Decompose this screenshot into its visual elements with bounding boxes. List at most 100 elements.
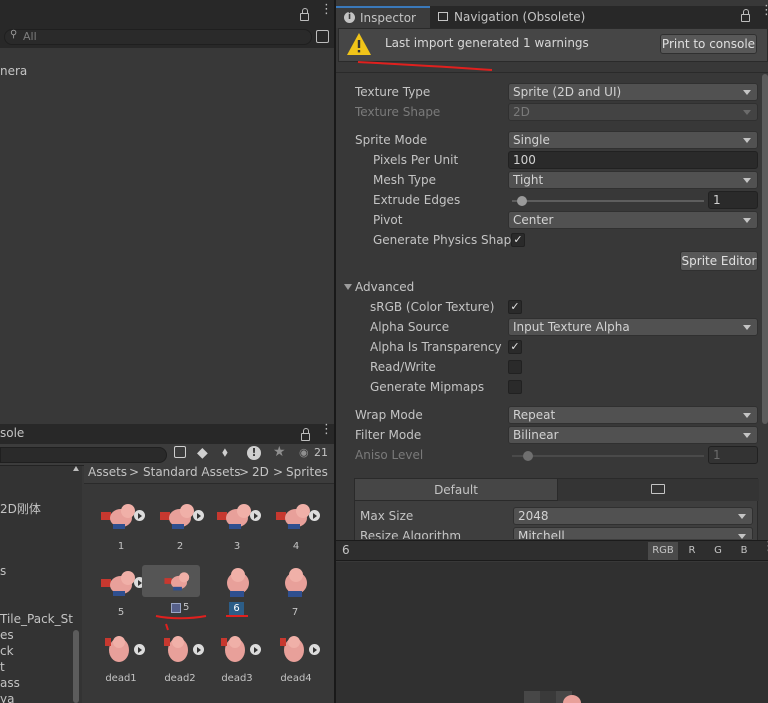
lock-icon[interactable] [300, 8, 309, 21]
sub-sprite-selected[interactable] [142, 565, 200, 597]
alpha-is-transparency-checkbox[interactable]: ✓ [508, 340, 522, 354]
expand-sprites-icon[interactable] [250, 644, 261, 655]
advanced-foldout-icon[interactable] [344, 284, 352, 290]
sprite-asset-5[interactable] [99, 561, 145, 605]
tab-console[interactable]: sole [0, 426, 24, 440]
chevron-down-icon [738, 534, 746, 539]
tab-inspector[interactable]: i Inspector [336, 6, 430, 28]
expand-sprites-icon[interactable] [250, 510, 261, 521]
sprite-asset-3[interactable] [215, 494, 261, 538]
tree-item[interactable]: Tile_Pack_St [0, 612, 73, 626]
pixels-per-unit-field[interactable]: 100 [508, 151, 758, 169]
texture-shape-dropdown: 2D [508, 103, 758, 121]
warning-filter-icon[interactable]: ! [247, 446, 261, 460]
channel-g-button[interactable]: G [706, 542, 730, 560]
max-size-dropdown[interactable]: 2048 [513, 507, 753, 525]
tree-item[interactable]: s [0, 564, 6, 578]
hierarchy-search-input[interactable]: ⚲ All [4, 29, 312, 45]
read-write-checkbox[interactable] [508, 360, 522, 374]
hierarchy-item[interactable]: nera [0, 64, 27, 78]
generate-physics-shape-checkbox[interactable]: ✓ [511, 233, 525, 247]
sprite-asset-dead3[interactable] [215, 628, 261, 672]
channel-label: R [688, 545, 696, 556]
favorite-star-icon[interactable]: ★ [273, 444, 286, 460]
generate-mipmaps-checkbox[interactable] [508, 380, 522, 394]
tree-item[interactable]: ya [0, 692, 14, 703]
dropdown-value: Sprite (2D and UI) [513, 85, 622, 99]
breadcrumb-item[interactable]: Assets [88, 465, 127, 479]
tree-scroll-up-icon[interactable] [73, 466, 79, 471]
more-options-icon[interactable]: ⋮ [762, 540, 768, 553]
dropdown-value: Tight [513, 173, 544, 187]
inspector-scrollbar[interactable] [762, 74, 768, 424]
tab-standalone-platform[interactable] [557, 479, 759, 501]
srgb-checkbox[interactable]: ✓ [508, 300, 522, 314]
label-tag-icon[interactable]: ⬧ [222, 445, 228, 460]
extrude-edges-slider-handle[interactable] [516, 196, 527, 206]
expand-sprites-icon[interactable] [134, 510, 145, 521]
sprite-asset-1[interactable] [99, 494, 145, 538]
chevron-down-icon [743, 218, 751, 223]
dropdown-value: Bilinear [513, 428, 559, 442]
sprite-asset-dead4[interactable] [274, 628, 320, 672]
breadcrumb-item[interactable]: 2D [252, 465, 269, 479]
tab-default-platform[interactable]: Default [355, 479, 557, 501]
sprite-mode-dropdown[interactable]: Single [508, 131, 758, 149]
visibility-eye-icon[interactable]: ◉ [299, 446, 309, 459]
more-options-icon[interactable]: ⋮ [760, 4, 768, 17]
more-options-icon[interactable]: ⋮ [320, 3, 333, 16]
advanced-foldout-label[interactable]: Advanced [355, 280, 414, 294]
channel-b-button[interactable]: B [732, 542, 756, 560]
sprite-asset-dead1[interactable] [99, 628, 145, 672]
lock-icon[interactable] [741, 9, 750, 22]
sprite-preview [524, 691, 581, 703]
tree-item[interactable]: ck [0, 644, 14, 658]
search-by-type-icon[interactable] [174, 446, 186, 458]
wrap-mode-dropdown[interactable]: Repeat [508, 406, 758, 424]
extrude-edges-slider[interactable] [512, 200, 704, 202]
pig-sprite-thumbnail [285, 568, 307, 597]
tab-navigation[interactable]: Navigation (Obsolete) [432, 6, 592, 28]
tree-item[interactable]: t [0, 660, 5, 674]
resize-algorithm-dropdown[interactable]: Mitchell [513, 527, 753, 539]
sprite-asset-2[interactable] [158, 494, 204, 538]
tree-item[interactable]: ass [0, 676, 20, 690]
texture-type-dropdown[interactable]: Sprite (2D and UI) [508, 83, 758, 101]
hidden-count: 21 [314, 446, 328, 459]
alpha-source-dropdown[interactable]: Input Texture Alpha [508, 318, 758, 336]
filter-mode-dropdown[interactable]: Bilinear [508, 426, 758, 444]
resize-row-clip: Resize Algorithm Mitchell [355, 527, 758, 539]
tree-scrollbar[interactable] [73, 630, 79, 703]
breadcrumb-item[interactable]: Sprites [286, 465, 328, 479]
filter-type-icon[interactable]: ◆ [197, 445, 208, 461]
breadcrumb-item[interactable]: Standard Assets [143, 465, 240, 479]
extrude-edges-field[interactable]: 1 [708, 191, 758, 209]
tab-label: Inspector [360, 11, 416, 25]
pivot-dropdown[interactable]: Center [508, 211, 758, 229]
tree-item[interactable]: es [0, 628, 14, 642]
expand-sprites-icon[interactable] [309, 644, 320, 655]
sprite-asset-7[interactable] [274, 561, 318, 605]
monitor-icon [651, 484, 665, 494]
expand-sprites-icon[interactable] [134, 644, 145, 655]
expand-icon[interactable] [316, 30, 329, 43]
expand-sprites-icon[interactable] [193, 510, 204, 521]
tree-item[interactable]: 2D刚体 [0, 500, 41, 517]
project-search-input[interactable] [0, 447, 167, 463]
more-options-icon[interactable]: ⋮ [320, 423, 333, 436]
mesh-type-dropdown[interactable]: Tight [508, 171, 758, 189]
lock-icon[interactable] [301, 428, 310, 441]
expand-sprites-icon[interactable] [309, 510, 320, 521]
sprite-editor-button[interactable]: Sprite Editor [680, 251, 758, 271]
sprite-asset-4[interactable] [274, 494, 320, 538]
channel-rgb-button[interactable]: RGB [648, 542, 678, 560]
chevron-down-icon [743, 90, 751, 95]
sprite-asset-dead2[interactable] [158, 628, 204, 672]
breadcrumb-separator: > [129, 465, 140, 479]
print-to-console-button[interactable]: Print to console [660, 34, 757, 54]
channel-r-button[interactable]: R [680, 542, 704, 560]
alpha-source-label: Alpha Source [370, 320, 450, 334]
sprite-asset-6[interactable] [216, 561, 260, 605]
generate-mipmaps-label: Generate Mipmaps [370, 380, 485, 394]
expand-sprites-icon[interactable] [193, 644, 204, 655]
